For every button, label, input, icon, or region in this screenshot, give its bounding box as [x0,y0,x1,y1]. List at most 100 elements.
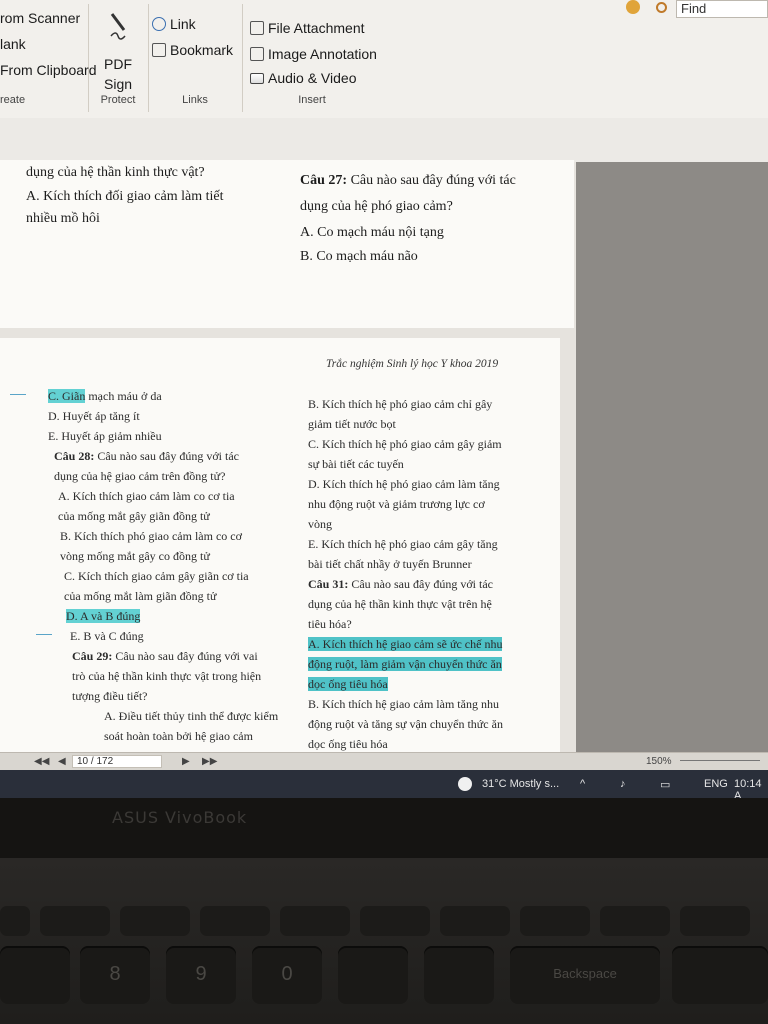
text-line: A. Kích thích giao cảm làm co cơ tia [58,489,235,503]
pen-sign-icon [108,12,128,42]
question-text: Câu nào sau đây đúng với vai [112,649,258,663]
text-line: vòng mống mắt gây co đồng tử [60,549,210,563]
text-line: dụng của hệ thần kinh thực vật trên hệ [308,597,492,611]
next-page-icon[interactable]: ▶ [182,756,190,767]
from-scanner-item[interactable]: rom Scanner [0,10,80,26]
insert-group-label: Insert [298,94,326,106]
find-input[interactable]: Find [676,0,768,18]
weather-text[interactable]: 31°C Mostly s... [482,778,559,790]
language-indicator[interactable]: ENG [704,778,728,790]
pdf-page-current: Trắc nghiệm Sinh lý học Y khoa 2019 C. G… [0,338,560,752]
highlighted-text: động ruột, làm giảm vận chuyển thức ăn [308,657,502,671]
text-line: D. Huyết áp tăng ít [48,409,140,423]
bookmark-icon [152,43,166,57]
question-label: Câu 27: [300,173,348,188]
keyboard-key [338,946,408,1004]
clock[interactable]: 10:14 A [734,778,768,800]
create-group-label: reate [0,94,26,106]
text-line: dụng của hệ thần kinh thực vật? [26,165,205,180]
text-line: A. Điều tiết thủy tinh thể được kiểm [104,709,279,723]
text-line: A. Kích thích đối giao cảm làm tiết [26,189,224,204]
zoom-slider[interactable] [680,760,760,761]
text-line: mạch máu ở da [85,389,162,403]
text-line: dọc ống tiêu hóa [308,737,388,751]
zoom-level[interactable]: 150% [646,756,672,767]
keyboard-key-0: 0 [252,946,322,1004]
image-annotation-button[interactable]: Image Annotation [250,46,377,62]
chevron-up-icon[interactable]: ^ [580,778,585,790]
laptop-bezel [0,798,768,858]
text-line: E. Huyết áp giảm nhiều [48,429,162,443]
page2-left-column: C. Giãn mạch máu ở da D. Huyết áp tăng í… [48,386,278,746]
taskbar: 31°C Mostly s... ^ ♪ ▭ ENG 10:14 A [0,770,768,800]
question-label: Câu 28: [54,449,95,463]
text-line: động ruột và tăng sự vận chuyển thức ăn [308,717,503,731]
text-line: vòng [308,517,332,531]
function-key [520,906,590,936]
blank-item[interactable]: lank [0,36,26,52]
keyboard-key-backspace: Backspace [510,946,660,1004]
page1-left-column: dụng của hệ thần kinh thực vật? A. Kích … [26,162,224,230]
function-key [0,906,30,936]
last-page-icon[interactable]: ▶▶ [202,756,217,767]
pdf-page-previous: dụng của hệ thần kinh thực vật? A. Kích … [0,160,574,328]
audio-video-button[interactable]: Audio & Video [250,70,356,86]
question-text: Câu nào sau đây đúng với tác [94,449,239,463]
function-key [280,906,350,936]
pdf-sign-label-2[interactable]: Sign [104,76,132,92]
text-line: của mống mắt làm giãn đồng tử [64,589,217,603]
text-line: D. Kích thích hệ phó giao cảm làm tăng [308,477,500,491]
screen: rom Scanner lank From Clipboard reate PD… [0,0,768,800]
audio-video-label: Audio & Video [268,70,357,86]
text-line: dụng của hệ phó giao cảm? [300,199,453,214]
option-a: A. Co mạch máu nội tạng [300,225,444,240]
link-button[interactable]: Link [152,16,196,32]
weather-icon[interactable] [458,777,472,791]
first-page-icon[interactable]: ◀◀ [34,756,49,767]
text-line: giảm tiết nước bọt [308,417,396,431]
heart-icon[interactable] [626,0,640,14]
function-key [680,906,750,936]
battery-icon[interactable]: ▭ [660,778,670,791]
volume-icon[interactable]: ♪ [620,778,626,790]
text-line: trò của hệ thần kinh thực vật trong hiện [72,669,262,683]
image-icon [250,47,264,61]
document-background [576,162,768,752]
text-line: tượng điều tiết? [72,689,148,703]
from-clipboard-item[interactable]: From Clipboard [0,62,96,78]
links-group-label: Links [182,94,208,106]
film-icon [250,72,264,84]
keyboard-key-9: 9 [166,946,236,1004]
link-label: Link [170,16,196,32]
status-bar: ◀◀ ◀ 10 / 172 ▶ ▶▶ 150% [0,752,768,771]
keyboard-key [672,946,768,1004]
text-line: dụng của hệ giao cảm trên đồng tử? [54,469,226,483]
function-key [40,906,110,936]
file-attachment-label: File Attachment [268,20,365,36]
ribbon-toolbar: rom Scanner lank From Clipboard reate PD… [0,0,768,119]
text-line: B. Kích thích phó giao cảm làm co cơ [60,529,242,543]
question-label: Câu 31: [308,577,349,591]
bookmark-button[interactable]: Bookmark [152,42,233,58]
pdf-sign-label-1[interactable]: PDF [104,56,132,72]
globe-link-icon [152,17,166,31]
page-header: Trắc nghiệm Sinh lý học Y khoa 2019 [326,358,499,370]
question-text: Câu nào sau đây đúng với tác [348,577,493,591]
file-attachment-button[interactable]: File Attachment [250,20,365,36]
search-icon[interactable] [656,2,667,13]
bookmark-label: Bookmark [170,42,234,58]
option-b: B. Co mạch máu não [300,249,418,264]
prev-page-icon[interactable]: ◀ [58,756,66,767]
text-line: soát hoàn toàn bởi hệ giao cảm [104,729,253,743]
page-number-input[interactable]: 10 / 172 [72,755,162,768]
keyboard-key [0,946,70,1004]
text-line: bài tiết chất nhầy ở tuyến Brunner [308,557,472,571]
text-line: sự bài tiết các tuyến [308,457,404,471]
paperclip-icon [250,21,264,35]
text-line: C. Kích thích giao cảm gây giãn cơ tia [64,569,249,583]
highlighted-text: dọc ống tiêu hóa [308,677,388,691]
text-line: E. Kích thích hệ phó giao cảm gây tăng [308,537,498,551]
text-line: nhiều mồ hôi [26,211,100,226]
question-label: Câu 29: [72,649,113,663]
function-key [600,906,670,936]
